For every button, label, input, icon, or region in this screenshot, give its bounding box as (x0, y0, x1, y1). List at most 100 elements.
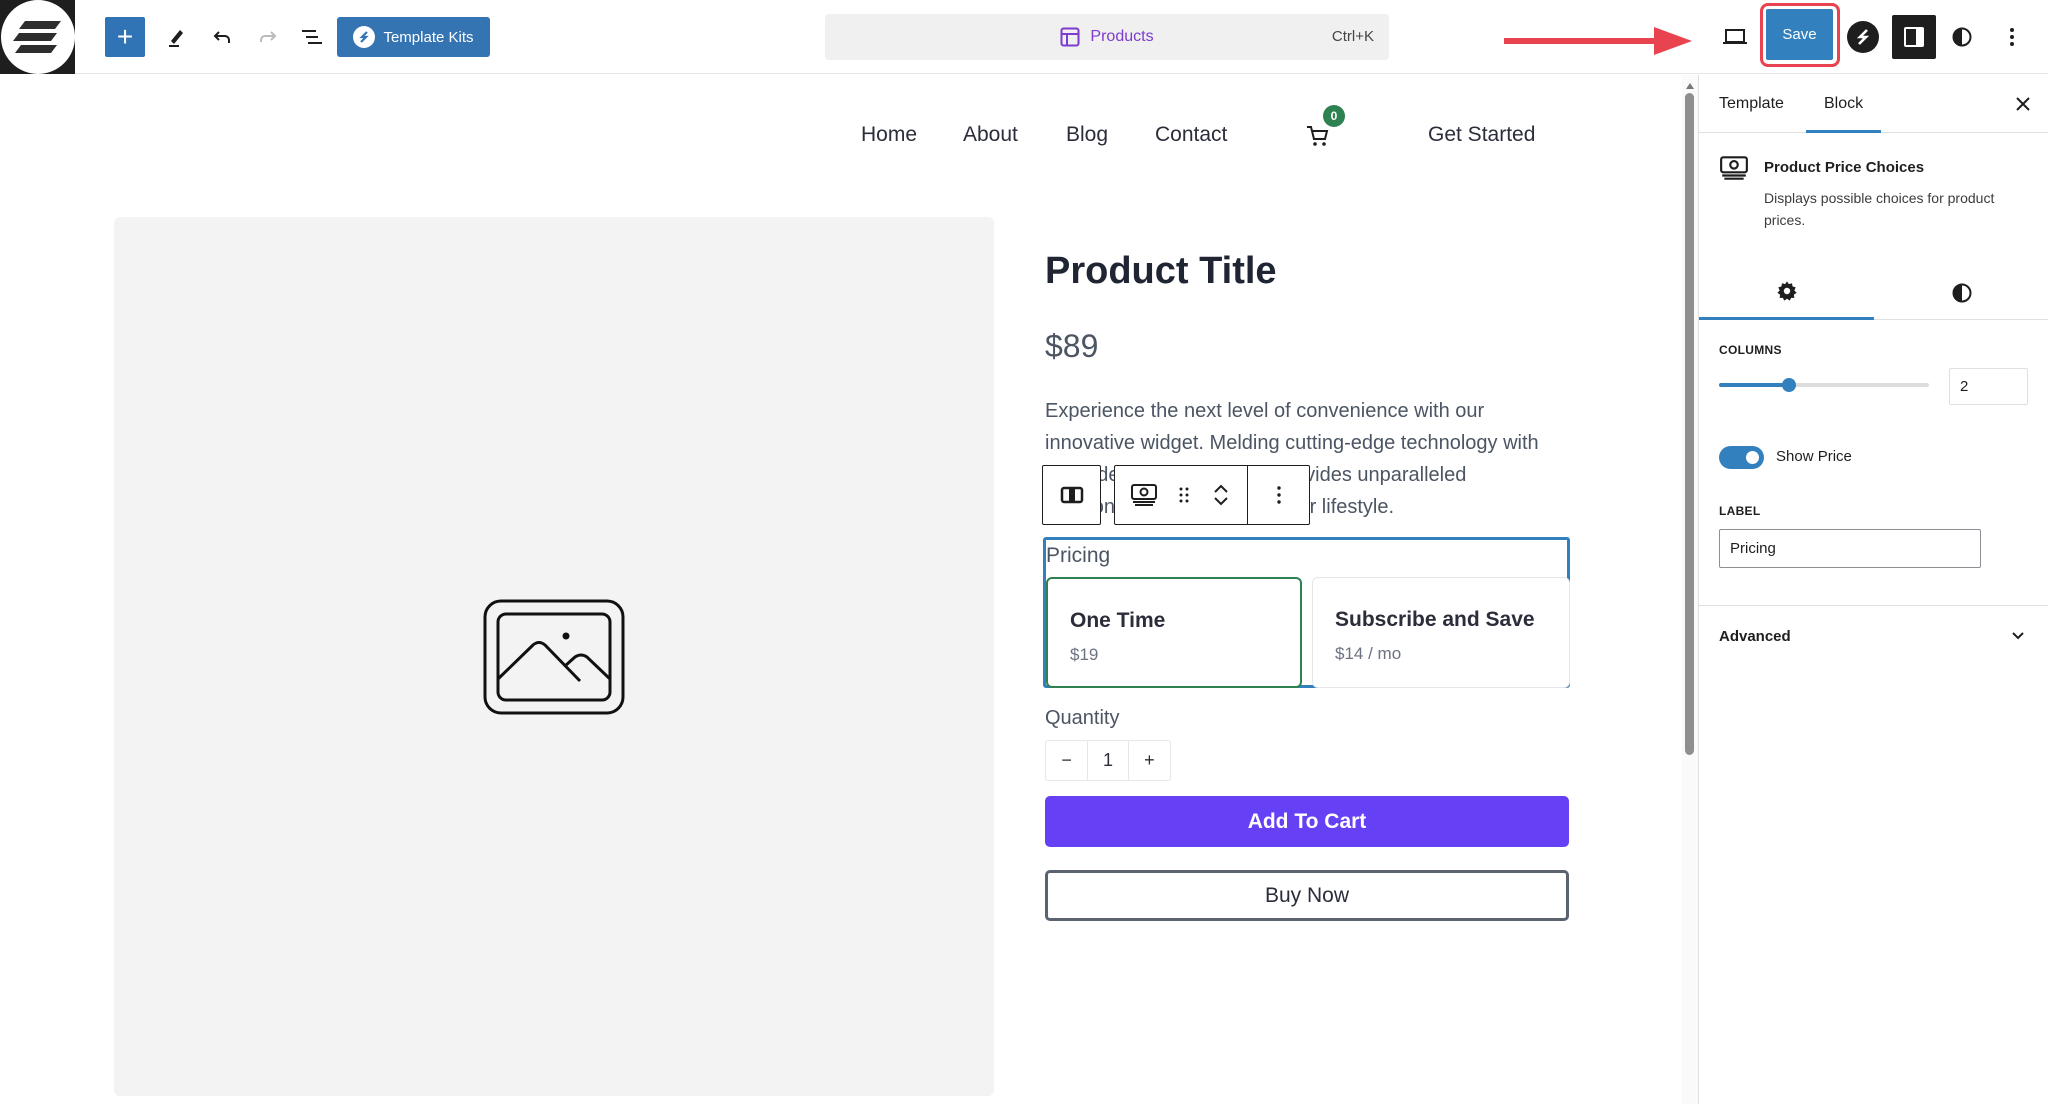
site-logo[interactable] (0, 0, 75, 74)
contrast-icon (1952, 283, 1971, 302)
money-icon (1131, 484, 1157, 506)
close-icon (2016, 97, 2030, 111)
product-price: $89 (1045, 328, 1099, 364)
slider-thumb[interactable] (1782, 378, 1796, 392)
price-choice-subscribe[interactable]: Subscribe and Save $14 / mo (1312, 577, 1570, 688)
toggle-knob (1746, 451, 1759, 464)
product-image-placeholder[interactable] (114, 217, 994, 1096)
quantity-stepper: − 1 + (1045, 740, 1171, 781)
show-price-label: Show Price (1776, 448, 1852, 465)
cart-icon (1307, 126, 1329, 146)
template-layout-icon (1060, 27, 1080, 47)
quantity-increase-button[interactable]: + (1129, 741, 1170, 780)
quantity-label: Quantity (1045, 707, 1120, 729)
block-options-button[interactable] (1247, 466, 1309, 524)
block-title: Product Price Choices (1764, 159, 1925, 176)
keyboard-shortcut: Ctrl+K (1331, 28, 1374, 45)
drag-handle-icon (1179, 487, 1189, 503)
nav-link-about[interactable]: About (963, 115, 1018, 155)
label-field-label: Label (1719, 504, 1761, 518)
show-price-toggle[interactable] (1719, 446, 1764, 469)
more-vertical-icon (1276, 486, 1281, 504)
add-block-button[interactable]: + (105, 17, 145, 57)
block-description: Displays possible choices for product pr… (1764, 190, 1995, 228)
block-type-button[interactable] (1115, 466, 1173, 524)
annotation-arrow-icon (1504, 27, 1692, 55)
block-controls (1114, 465, 1310, 525)
editor-canvas: Home About Blog Contact 0 Get Started Pr… (0, 75, 1680, 1104)
money-icon (1720, 156, 1748, 180)
columns-label: Columns (1719, 343, 1782, 357)
image-icon (483, 599, 625, 714)
price-choice-one-time[interactable]: One Time $19 (1046, 577, 1302, 688)
command-bar-label: Products (1090, 28, 1154, 45)
select-parent-button[interactable] (1042, 465, 1101, 525)
tab-block[interactable]: Block (1806, 75, 1882, 133)
scroll-up-arrow-icon[interactable] (1686, 83, 1694, 89)
chevron-down-icon[interactable] (1214, 497, 1228, 506)
price-choice-title: Subscribe and Save (1335, 608, 1535, 631)
nav-link-blog[interactable]: Blog (1066, 115, 1108, 155)
logo-icon (0, 0, 75, 74)
advanced-panel-toggle[interactable]: Advanced (1699, 606, 2048, 666)
get-started-link[interactable]: Get Started (1428, 115, 1535, 155)
scrollbar-thumb[interactable] (1685, 93, 1694, 755)
close-sidebar-button[interactable] (2011, 92, 2035, 116)
editor-topbar: + Template Kits Products Ctrl+K Save (0, 0, 2048, 74)
advanced-label: Advanced (1719, 628, 1791, 645)
cart-count-badge: 0 (1323, 105, 1345, 127)
list-view-button[interactable] (294, 17, 330, 57)
chevron-up-icon[interactable] (1214, 484, 1228, 493)
site-navigation: Home About Blog Contact 0 Get Started (0, 105, 1680, 155)
preview-device-button[interactable] (1717, 17, 1753, 57)
template-kits-button[interactable]: Template Kits (337, 17, 490, 57)
columns-icon (1060, 486, 1083, 504)
options-button[interactable] (1994, 17, 2030, 57)
label-input[interactable]: Pricing (1719, 529, 1981, 568)
tab-settings[interactable] (1699, 265, 1874, 320)
price-choice-title: One Time (1070, 609, 1166, 632)
quantity-input[interactable]: 1 (1087, 741, 1129, 780)
surecart-icon (1847, 21, 1879, 53)
nav-link-contact[interactable]: Contact (1155, 115, 1227, 155)
surecart-logo-icon (353, 26, 376, 48)
more-vertical-icon (2010, 28, 2014, 46)
undo-icon (213, 31, 230, 43)
pricing-label: Pricing (1046, 544, 1111, 567)
template-kits-label: Template Kits (383, 28, 474, 46)
styles-button[interactable] (1944, 17, 1980, 57)
product-title: Product Title (1045, 250, 1277, 292)
pencil-icon (169, 30, 183, 47)
redo-icon (260, 31, 277, 42)
laptop-icon (1723, 29, 1747, 44)
block-inspector-tabs (1699, 265, 2048, 320)
undo-button[interactable] (204, 17, 240, 57)
move-buttons (1195, 466, 1247, 524)
drag-handle[interactable] (1173, 466, 1195, 524)
list-view-icon (302, 30, 322, 44)
quantity-decrease-button[interactable]: − (1046, 741, 1087, 780)
cart-button[interactable]: 0 (1303, 105, 1345, 155)
surecart-menu-button[interactable] (1845, 17, 1881, 57)
redo-button[interactable] (250, 17, 286, 57)
tab-template[interactable]: Template (1701, 75, 1802, 133)
canvas-scrollbar[interactable] (1682, 75, 1698, 1104)
columns-number-input[interactable]: 2 (1949, 368, 2028, 405)
columns-slider[interactable] (1719, 375, 1929, 395)
command-palette-bar[interactable]: Products Ctrl+K (825, 14, 1389, 60)
product-price-choices-block[interactable]: Pricing One Time $19 Subscribe and Save … (1043, 537, 1570, 688)
tab-styles[interactable] (1874, 265, 2048, 320)
contrast-icon (1952, 27, 1972, 47)
plus-icon: + (116, 21, 134, 52)
save-button[interactable]: Save (1766, 9, 1833, 60)
tools-button[interactable] (158, 17, 194, 57)
add-to-cart-button[interactable]: Add To Cart (1045, 796, 1569, 847)
settings-sidebar-toggle[interactable] (1892, 15, 1936, 59)
sidebar-icon (1904, 27, 1924, 47)
gear-icon (1776, 281, 1797, 301)
buy-now-button[interactable]: Buy Now (1045, 870, 1569, 921)
price-choice-amount: $14 / mo (1335, 644, 1402, 663)
settings-sidebar: Template Block Product Price Choices Dis… (1698, 75, 2048, 1104)
nav-link-home[interactable]: Home (861, 115, 917, 155)
sidebar-tabs: Template Block (1699, 75, 2048, 133)
